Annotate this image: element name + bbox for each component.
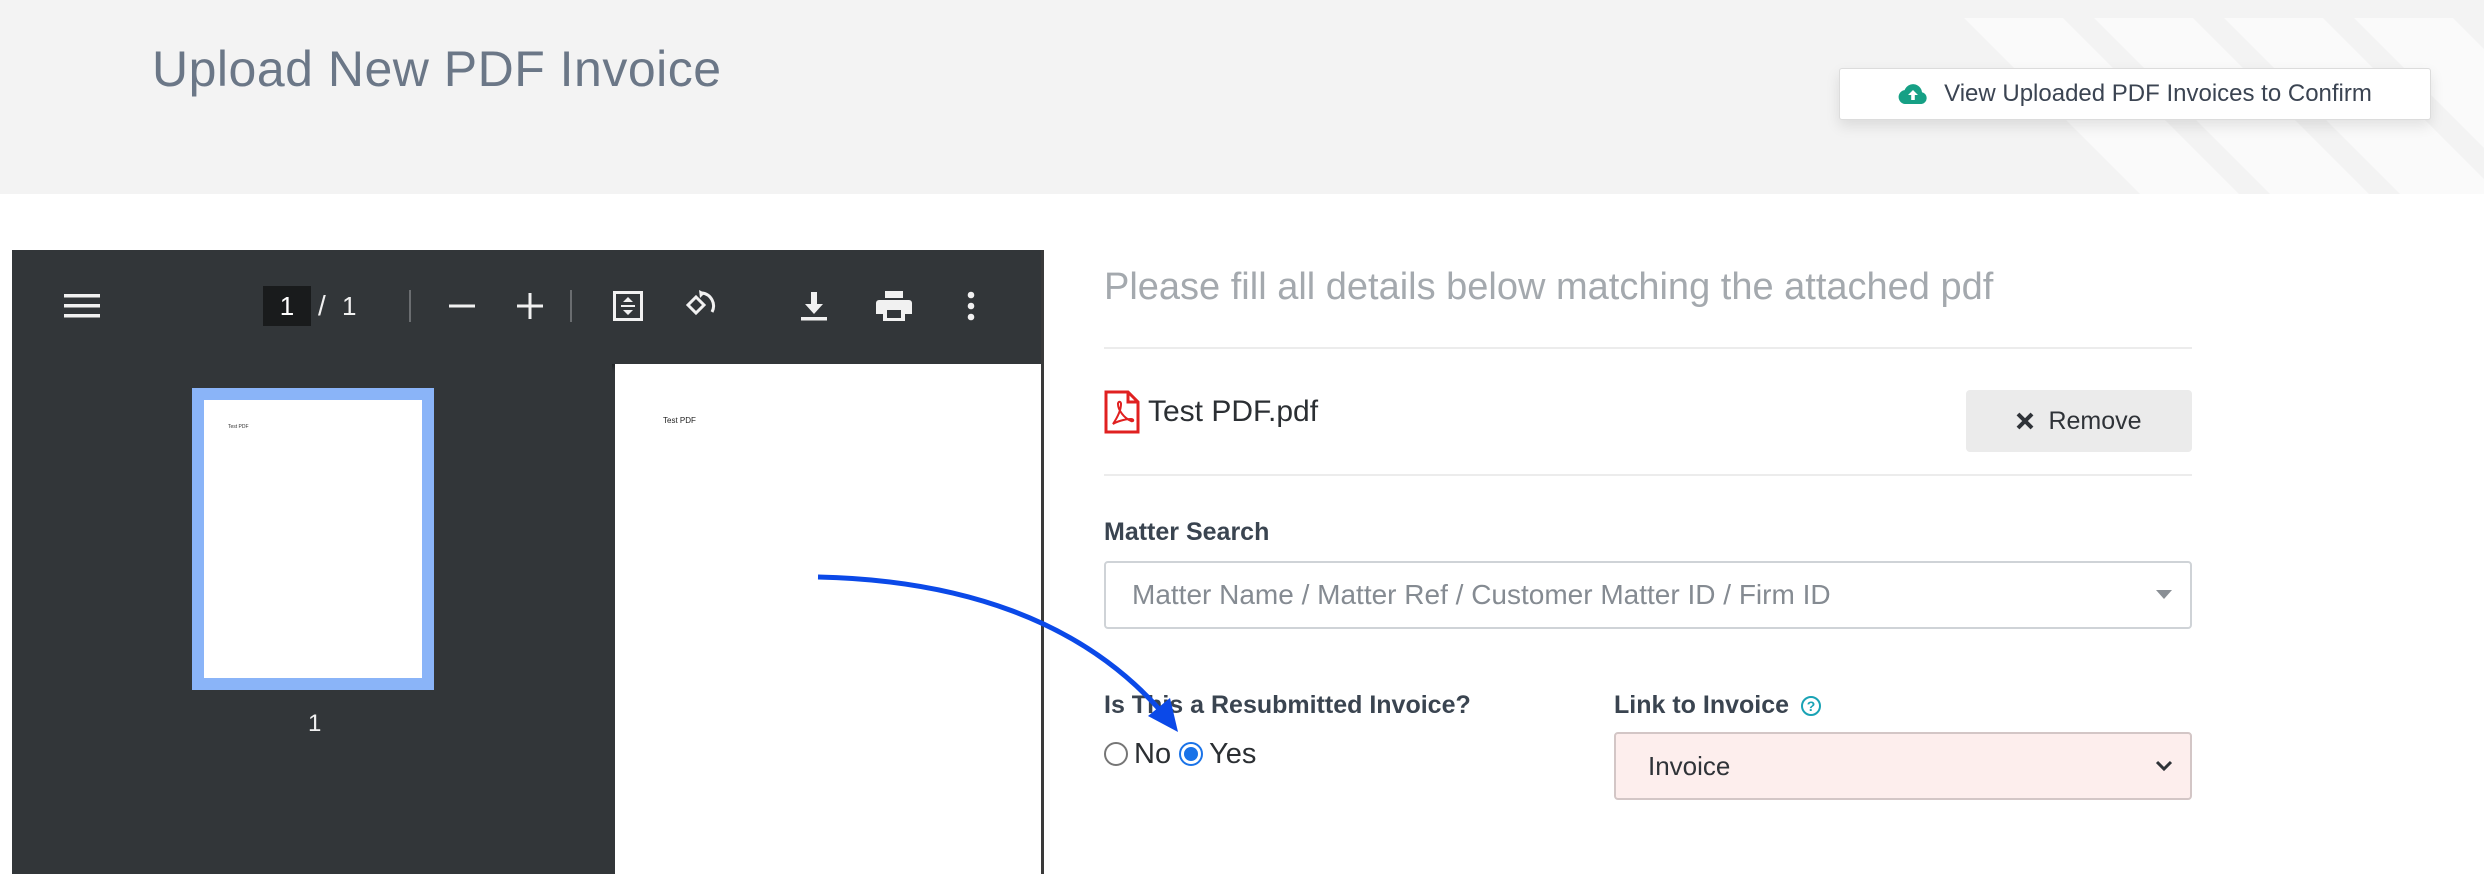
chevron-down-icon xyxy=(2156,590,2172,599)
pdf-viewer: 1 / 1 Test PDF 1 Test PDF xyxy=(12,250,1044,874)
page-header: Upload New PDF Invoice View Uploaded PDF… xyxy=(0,0,2484,194)
radio-no[interactable] xyxy=(1104,742,1128,766)
thumbnail-page-number: 1 xyxy=(308,710,322,737)
link-to-invoice-label: Link to Invoice xyxy=(1614,691,1790,719)
page-total: 1 xyxy=(342,290,357,321)
page-number-input[interactable]: 1 xyxy=(263,286,311,326)
close-icon xyxy=(2017,412,2034,430)
radio-no-label: No xyxy=(1134,737,1172,770)
link-to-invoice-select[interactable]: Invoice xyxy=(1614,732,2192,800)
page-title: Upload New PDF Invoice xyxy=(152,41,722,97)
zoom-out-icon[interactable] xyxy=(442,288,482,324)
download-icon[interactable] xyxy=(794,286,834,326)
resubmitted-radio-group: No Yes xyxy=(1104,736,1264,772)
more-options-icon[interactable] xyxy=(956,286,986,326)
divider xyxy=(1104,474,2192,476)
pdf-toolbar: 1 / 1 xyxy=(12,250,1041,364)
matter-search-label: Matter Search xyxy=(1104,518,1270,546)
thumbnail-sidebar: Test PDF 1 xyxy=(12,364,612,874)
radio-yes[interactable] xyxy=(1179,742,1204,766)
radio-yes-label: Yes xyxy=(1209,737,1257,770)
link-to-invoice-label-row: Link to Invoice? xyxy=(1614,691,1822,720)
divider xyxy=(1104,347,2192,349)
matter-search-dropdown[interactable]: Matter Name / Matter Ref / Customer Matt… xyxy=(1104,561,2192,629)
pdf-page: Test PDF xyxy=(615,364,1041,874)
zoom-in-icon[interactable] xyxy=(510,288,550,324)
menu-icon[interactable] xyxy=(62,288,102,324)
thumbnail-text: Test PDF xyxy=(228,424,249,430)
resubmitted-label: Is This a Resubmitted Invoice? xyxy=(1104,691,1471,719)
attached-file: Test PDF.pdf xyxy=(1104,388,1318,436)
pdf-page-text: Test PDF xyxy=(663,416,696,425)
rotate-icon[interactable] xyxy=(680,286,720,326)
print-icon[interactable] xyxy=(874,286,914,326)
link-to-invoice-value: Invoice xyxy=(1648,750,1731,781)
matter-search-placeholder: Matter Name / Matter Ref / Customer Matt… xyxy=(1132,579,1831,610)
chevron-down-icon xyxy=(2155,760,2173,772)
page-separator: / xyxy=(318,290,326,321)
remove-label: Remove xyxy=(2048,406,2142,435)
toolbar-divider xyxy=(409,290,411,322)
toolbar-divider xyxy=(570,290,572,322)
cloud-upload-icon xyxy=(1898,84,1927,104)
fit-page-icon[interactable] xyxy=(608,286,648,326)
view-uploaded-invoices-button[interactable]: View Uploaded PDF Invoices to Confirm xyxy=(1839,68,2431,120)
file-name: Test PDF.pdf xyxy=(1148,395,1319,428)
form-instruction: Please fill all details below matching t… xyxy=(1104,266,1994,308)
help-icon[interactable]: ? xyxy=(1801,696,1822,717)
thumbnail-page: Test PDF xyxy=(204,400,422,678)
remove-file-button[interactable]: Remove xyxy=(1966,390,2192,452)
pdf-file-icon xyxy=(1104,390,1140,434)
page-thumbnail[interactable]: Test PDF xyxy=(192,388,434,690)
view-uploaded-invoices-label: View Uploaded PDF Invoices to Confirm xyxy=(1944,80,2372,107)
